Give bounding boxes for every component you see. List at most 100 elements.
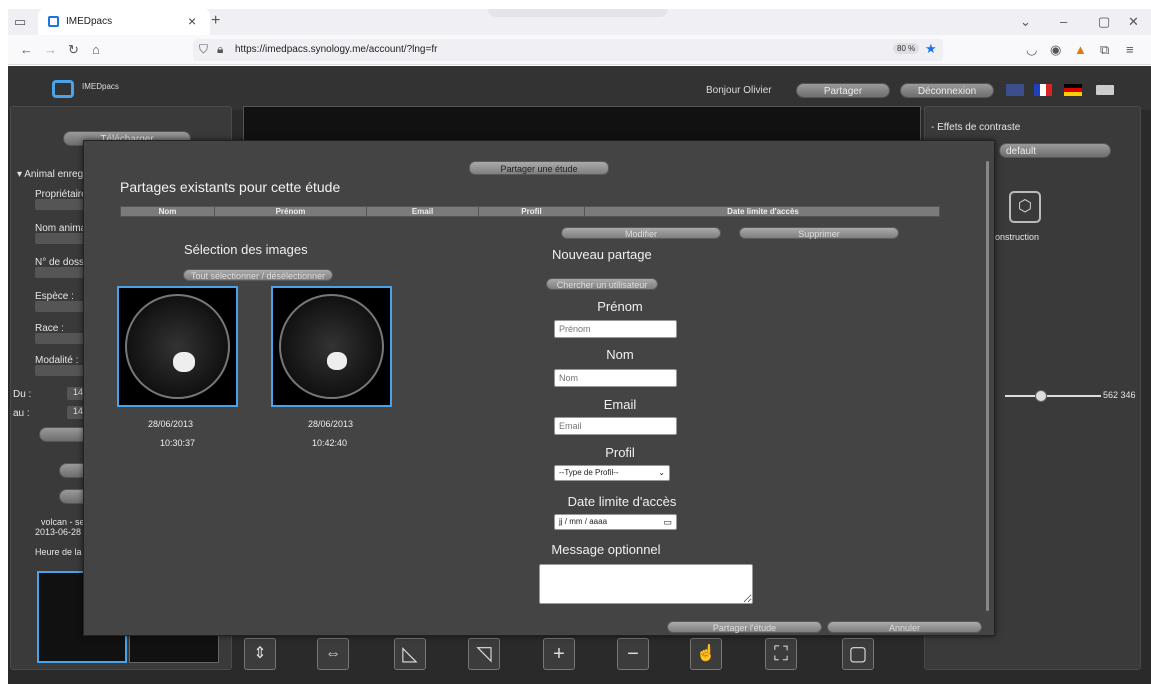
app-header: IMEDpacs Bonjour Olivier Partager Déconn… [8, 66, 1151, 110]
thumbnail-2-time: 10:42:40 [312, 438, 348, 448]
lock-icon[interactable]: 🔒︎ [217, 42, 223, 57]
study-date: 2013-06-28 [35, 527, 82, 537]
slider-value: 562 346 [1103, 390, 1136, 400]
images-section-title: Sélection des images [184, 242, 308, 257]
scroll-horizontal-tool-icon[interactable]: ⇔ [317, 638, 349, 670]
pocket-icon[interactable]: ◡ [1026, 43, 1037, 56]
zoom-badge[interactable]: 80 % [893, 43, 920, 54]
column-header-firstname: Prénom [215, 207, 367, 217]
column-header-name: Nom [121, 207, 215, 217]
thumbnail-2-date: 28/06/2013 [308, 419, 354, 429]
shield-icon[interactable]: ⛉ [199, 42, 208, 57]
home-icon[interactable]: ⌂ [92, 43, 100, 56]
tab-strip-decoration [488, 9, 668, 17]
tab-title: IMEDpacs [66, 16, 113, 27]
to-label: au : [13, 408, 30, 419]
column-header-expiry: Date limite d'accès [727, 207, 799, 216]
extension-icon[interactable]: ▲ [1074, 43, 1087, 56]
scroll-vertical-tool-icon[interactable]: ⇕ [244, 638, 276, 670]
menu-icon[interactable]: ≡ [1126, 43, 1134, 56]
share-button[interactable]: Partager [796, 83, 890, 98]
uk-flag-icon[interactable] [1006, 84, 1024, 96]
calendar-icon[interactable]: ▭ [663, 515, 672, 529]
list-all-tabs-icon[interactable]: ⌄ [1020, 15, 1031, 28]
date-placeholder: jj / mm / aaaa [559, 517, 608, 526]
back-icon[interactable]: ← [20, 43, 33, 56]
search-user-button[interactable]: Chercher un utilisateur [546, 278, 658, 290]
profile-label: Profil [605, 445, 635, 460]
minimize-icon[interactable]: – [1060, 15, 1067, 28]
thumbnail-1-time: 10:30:37 [160, 438, 196, 448]
germany-flag-icon[interactable] [1064, 84, 1082, 96]
slider-track[interactable] [1005, 395, 1101, 397]
fit-screen-tool-icon[interactable]: ⛶ [765, 638, 797, 670]
expiry-date-label: Date limite d'accès [567, 494, 677, 509]
animal-section-header[interactable]: ▾ Animal enreg [17, 169, 83, 180]
existing-shares-title: Partages existants pour cette étude [120, 179, 341, 195]
rotate-left-tool-icon[interactable]: ◺ [394, 638, 426, 670]
logout-button[interactable]: Déconnexion [900, 83, 994, 98]
browser-tab-bar: ▭ IMEDpacs × + ⌄ – ▢ ✕ [8, 9, 1151, 35]
new-tab-button[interactable]: + [211, 12, 220, 30]
france-flag-icon[interactable] [1034, 84, 1052, 96]
url-text: https://imedpacs.synology.me/account/?ln… [235, 44, 438, 55]
greeting-text: Bonjour Olivier [706, 85, 772, 96]
message-label: Message optionnel [551, 542, 661, 557]
email-input[interactable] [554, 417, 677, 435]
tab-close-icon[interactable]: × [188, 13, 196, 29]
pan-hand-tool-icon[interactable]: ☝ [690, 638, 722, 670]
profile-selected-value: --Type de Profil-- [559, 468, 619, 477]
name-label: Nom [606, 347, 634, 362]
slider-handle[interactable] [1035, 390, 1047, 402]
profile-select[interactable]: --Type de Profil-- ⌄ [554, 465, 670, 481]
existing-shares-table-header: Nom Prénom Email Profil Date limite d'ac… [120, 206, 940, 217]
maximize-icon[interactable]: ▢ [1098, 15, 1110, 28]
ct-slice-image [279, 294, 384, 399]
extensions-icon[interactable]: ⧉ [1100, 43, 1109, 56]
select-all-button[interactable]: Tout sélectionner / désélectionner [183, 269, 333, 281]
url-field[interactable]: ⛉ 🔒︎ https://imedpacs.synology.me/accoun… [193, 39, 943, 61]
brand-logo-icon [52, 80, 74, 98]
name-input[interactable] [554, 369, 677, 387]
contrast-select[interactable]: default [999, 143, 1111, 158]
thumbnail-1-date: 28/06/2013 [148, 419, 194, 429]
email-label: Email [603, 397, 637, 412]
reload-icon[interactable]: ↻ [68, 43, 79, 56]
column-header-profile: Profil [479, 207, 585, 217]
from-label: Du : [13, 389, 32, 400]
close-window-icon[interactable]: ✕ [1128, 15, 1139, 28]
firstname-input[interactable] [554, 320, 677, 338]
message-textarea[interactable] [539, 564, 753, 604]
zoom-out-tool-icon[interactable]: − [617, 638, 649, 670]
chevron-down-icon: ⌄ [658, 468, 665, 477]
3d-reconstruction-icon[interactable]: ⬡ [1009, 191, 1041, 223]
study-time-label: Heure de la [35, 547, 82, 557]
fullscreen-tool-icon[interactable]: ▢ [842, 638, 874, 670]
account-icon[interactable]: ◉ [1050, 43, 1061, 56]
submit-share-button[interactable]: Partager l'étude [667, 621, 822, 633]
zoom-in-tool-icon[interactable]: + [543, 638, 575, 670]
ct-slice-image [125, 294, 230, 399]
column-header-email: Email [367, 207, 479, 217]
image-thumbnail-1[interactable] [117, 286, 238, 407]
bookmark-star-icon[interactable]: ★ [925, 41, 937, 57]
keyboard-icon[interactable] [1096, 85, 1114, 95]
cancel-button[interactable]: Annuler [827, 621, 982, 633]
image-thumbnail-2[interactable] [271, 286, 392, 407]
modify-button[interactable]: Modifier [561, 227, 721, 239]
ct-structure [173, 352, 195, 372]
contrast-label: - Effets de contraste [931, 122, 1021, 133]
modal-scrollbar[interactable] [986, 161, 989, 611]
firstname-label: Prénom [597, 299, 643, 314]
share-study-button[interactable]: Partager une étude [469, 161, 609, 175]
study-name[interactable]: volcan - se [41, 517, 85, 527]
brand-name: IMEDpacs [82, 82, 119, 91]
forward-icon[interactable]: → [44, 43, 57, 56]
ct-structure [327, 352, 347, 370]
delete-button[interactable]: Supprimer [739, 227, 899, 239]
favicon-icon [48, 16, 59, 27]
rotate-right-tool-icon[interactable]: ◹ [468, 638, 500, 670]
expiry-date-input[interactable]: jj / mm / aaaa ▭ [554, 514, 677, 530]
tab-list-icon[interactable]: ▭ [14, 15, 26, 28]
browser-tab[interactable]: IMEDpacs × [38, 9, 210, 35]
